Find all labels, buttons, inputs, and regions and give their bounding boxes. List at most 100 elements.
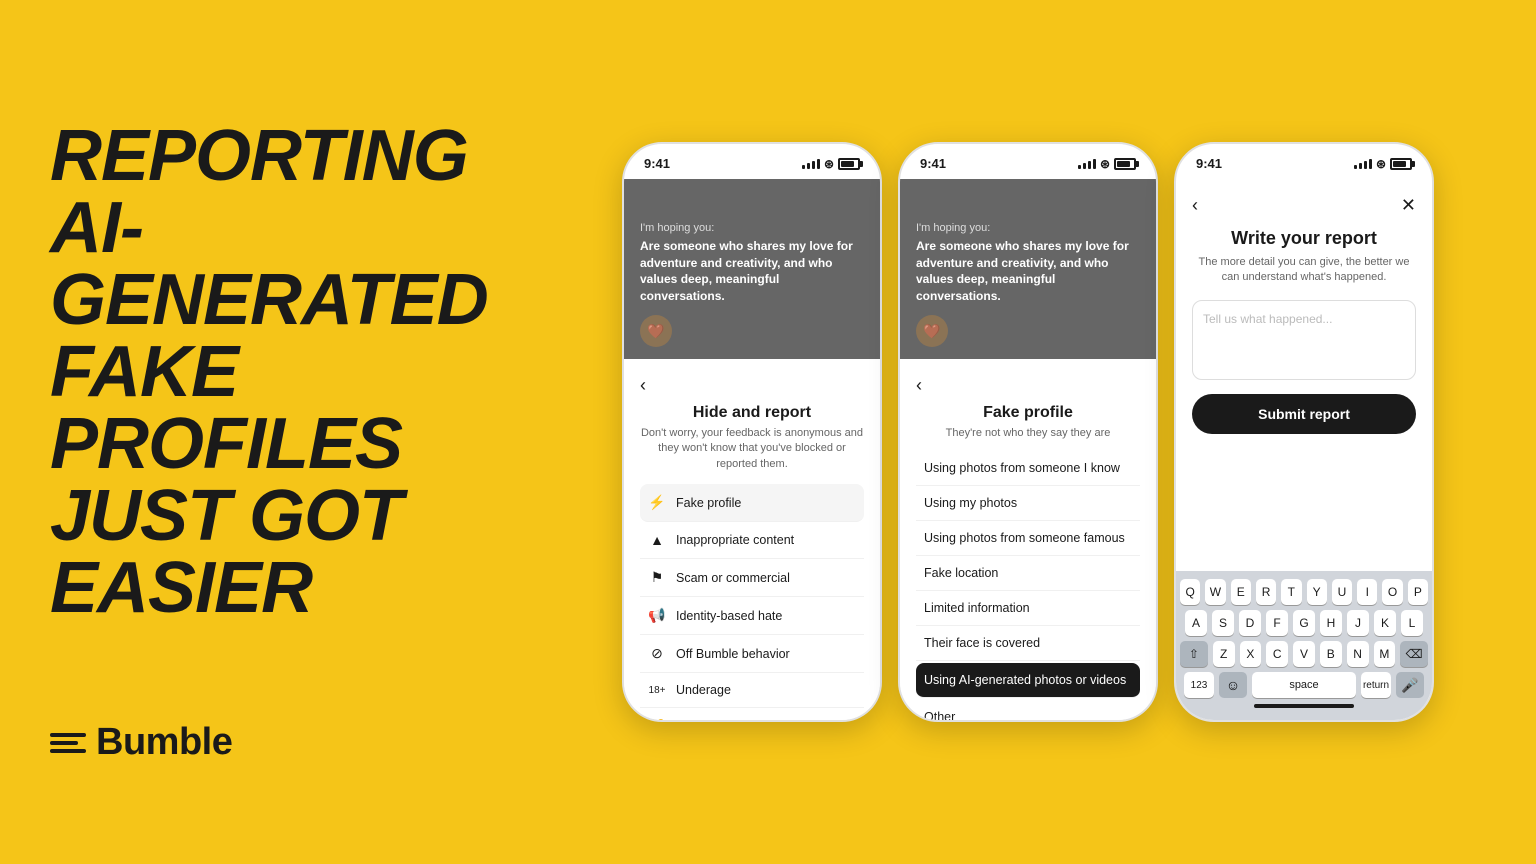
phone3-status-bar: 9:41 ⊛ [1176, 144, 1432, 179]
key-return[interactable]: return [1361, 672, 1391, 698]
phone2-signal-icon [1078, 159, 1096, 169]
keyboard-row3: ⇧ Z X C V B N M ⌫ [1180, 641, 1428, 667]
key-mic[interactable]: 🎤 [1396, 672, 1424, 698]
phone2-time: 9:41 [920, 156, 946, 171]
phone2-avatar: 🤎 [916, 315, 948, 347]
phone2-profile: I'm hoping you: Are someone who shares m… [900, 179, 1156, 359]
key-n[interactable]: N [1347, 641, 1369, 667]
bumble-icon [50, 733, 86, 753]
key-k[interactable]: K [1374, 610, 1396, 636]
phone2-wifi-icon: ⊛ [1100, 157, 1110, 171]
wr-title: Write your report [1192, 228, 1416, 249]
key-v[interactable]: V [1293, 641, 1315, 667]
submit-report-button[interactable]: Submit report [1192, 394, 1416, 434]
phone2-status-bar: 9:41 ⊛ [900, 144, 1156, 179]
key-p[interactable]: P [1408, 579, 1428, 605]
phone-2: 9:41 ⊛ I'm hoping you: Are someone who s… [898, 142, 1158, 722]
key-g[interactable]: G [1293, 610, 1315, 636]
report-item-scam[interactable]: ⚑ Scam or commercial [640, 559, 864, 597]
phone1-status-bar: 9:41 ⊛ [624, 144, 880, 179]
report-item-inappropriate[interactable]: ▲ Inappropriate content [640, 522, 864, 559]
keyboard-row1: Q W E R T Y U I O P [1180, 579, 1428, 605]
not-interested-icon: 💛 [648, 718, 666, 720]
fp-item-someone-i-know[interactable]: Using photos from someone I know [916, 451, 1140, 486]
phone2-status-icons: ⊛ [1078, 157, 1136, 171]
wr-back-arrow[interactable]: ‹ [1192, 195, 1198, 216]
key-s[interactable]: S [1212, 610, 1234, 636]
key-shift[interactable]: ⇧ [1180, 641, 1208, 667]
wr-placeholder: Tell us what happened... [1203, 312, 1332, 326]
key-m[interactable]: M [1374, 641, 1396, 667]
write-report-content: ‹ ✕ Write your report The more detail yo… [1176, 179, 1432, 571]
phone2-sheet-subtitle: They're not who they say they are [916, 426, 1140, 441]
key-j[interactable]: J [1347, 610, 1369, 636]
key-a[interactable]: A [1185, 610, 1207, 636]
phone1-back-arrow[interactable]: ‹ [640, 375, 864, 396]
key-o[interactable]: O [1382, 579, 1402, 605]
key-d[interactable]: D [1239, 610, 1261, 636]
identity-icon: 📢 [648, 607, 666, 624]
key-space[interactable]: space [1252, 672, 1356, 698]
fp-item-someone-famous[interactable]: Using photos from someone famous [916, 521, 1140, 556]
key-z[interactable]: Z [1213, 641, 1235, 667]
key-h[interactable]: H [1320, 610, 1342, 636]
key-f[interactable]: F [1266, 610, 1288, 636]
key-w[interactable]: W [1205, 579, 1225, 605]
underage-icon: 18+ [648, 685, 666, 696]
key-u[interactable]: U [1332, 579, 1352, 605]
phone2-profile-label: I'm hoping you: [916, 222, 1140, 234]
keyboard-row2: A S D F G H J K L [1180, 610, 1428, 636]
scam-label: Scam or commercial [676, 571, 790, 585]
key-123[interactable]: 123 [1184, 672, 1214, 698]
key-y[interactable]: Y [1307, 579, 1327, 605]
phone2-battery-icon [1114, 158, 1136, 170]
inappropriate-label: Inappropriate content [676, 533, 794, 547]
phone1-profile-text: Are someone who shares my love for adven… [640, 238, 864, 305]
fp-item-ai-generated[interactable]: Using AI-generated photos or videos [916, 663, 1140, 698]
phone2-fake-profile-sheet: ‹ Fake profile They're not who they say … [900, 359, 1156, 720]
report-item-off-bumble[interactable]: ⊘ Off Bumble behavior [640, 635, 864, 673]
inappropriate-icon: ▲ [648, 532, 666, 548]
report-item-underage[interactable]: 18+ Underage [640, 673, 864, 708]
phone3-battery-icon [1390, 158, 1412, 170]
report-item-fake-profile[interactable]: ⚡ Fake profile [640, 484, 864, 522]
fp-item-fake-location[interactable]: Fake location [916, 556, 1140, 591]
key-emoji[interactable]: ☺ [1219, 672, 1247, 698]
phone3-wifi-icon: ⊛ [1376, 157, 1386, 171]
report-item-not-interested[interactable]: 💛 I'm just not interested [640, 708, 864, 720]
phone1-avatar: 🤎 [640, 315, 672, 347]
phone3-signal-icon [1354, 159, 1372, 169]
key-c[interactable]: C [1266, 641, 1288, 667]
left-section: REPORTING AI-GENERATED FAKE PROFILES JUS… [0, 0, 520, 864]
scam-icon: ⚑ [648, 569, 666, 586]
key-e[interactable]: E [1231, 579, 1251, 605]
phone-3: 9:41 ⊛ ‹ ✕ Write your report The more de… [1174, 142, 1434, 722]
phone2-back-arrow[interactable]: ‹ [916, 375, 1140, 396]
phone1-time: 9:41 [644, 156, 670, 171]
wr-textarea[interactable]: Tell us what happened... [1192, 300, 1416, 380]
phone3-home-bar [1254, 704, 1354, 708]
wifi-icon: ⊛ [824, 157, 834, 171]
key-backspace[interactable]: ⌫ [1400, 641, 1428, 667]
key-b[interactable]: B [1320, 641, 1342, 667]
identity-label: Identity-based hate [676, 609, 782, 623]
key-x[interactable]: X [1240, 641, 1262, 667]
fp-item-my-photos[interactable]: Using my photos [916, 486, 1140, 521]
status-icons: ⊛ [802, 157, 860, 171]
fp-item-other[interactable]: Other [916, 700, 1140, 720]
phone2-sheet-title: Fake profile [916, 404, 1140, 422]
wr-close-button[interactable]: ✕ [1401, 195, 1416, 216]
off-bumble-label: Off Bumble behavior [676, 647, 790, 661]
key-l[interactable]: L [1401, 610, 1423, 636]
key-t[interactable]: T [1281, 579, 1301, 605]
fp-item-limited-info[interactable]: Limited information [916, 591, 1140, 626]
battery-icon [838, 158, 860, 170]
report-item-identity[interactable]: 📢 Identity-based hate [640, 597, 864, 635]
key-r[interactable]: R [1256, 579, 1276, 605]
phone-1: 9:41 ⊛ I'm hoping you: Are someone who s… [622, 142, 882, 722]
phone1-sheet-subtitle: Don't worry, your feedback is anonymous … [640, 426, 864, 472]
key-q[interactable]: Q [1180, 579, 1200, 605]
fake-profile-icon: ⚡ [648, 494, 666, 511]
fp-item-face-covered[interactable]: Their face is covered [916, 626, 1140, 661]
key-i[interactable]: I [1357, 579, 1377, 605]
